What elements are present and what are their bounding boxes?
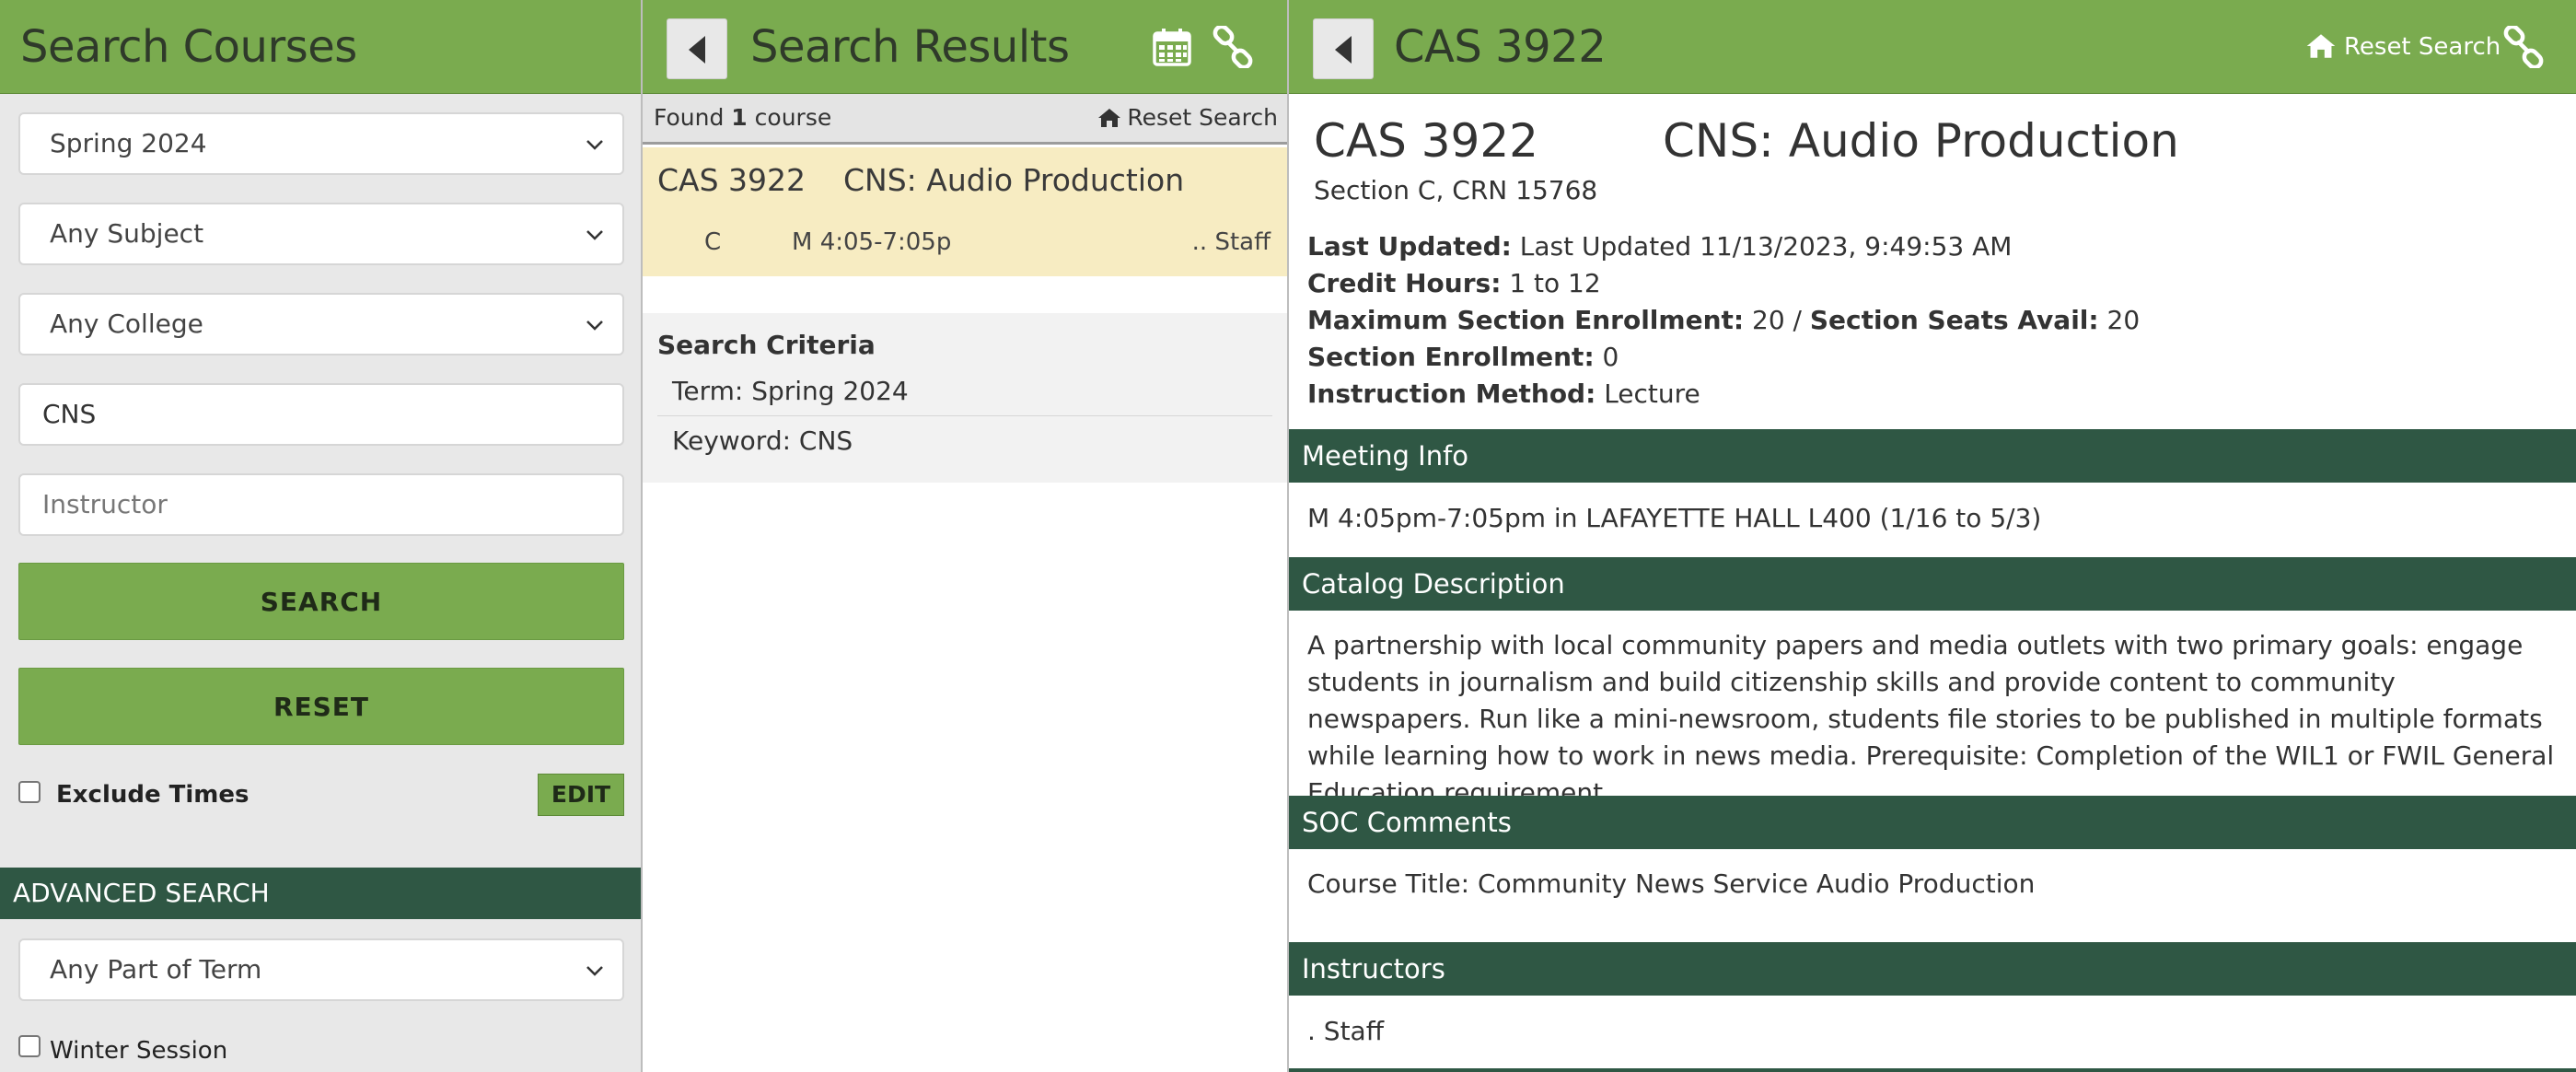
results-panel: Search Results Found 1 course Reset Sear… — [643, 0, 1289, 1072]
instructor-field[interactable] — [18, 473, 624, 536]
back-arrow-icon — [689, 36, 705, 64]
found-count: 1 — [731, 104, 748, 131]
results-reset-search-link[interactable]: Reset Search — [1097, 94, 1278, 142]
section-enrollment-value: 0 — [1602, 342, 1619, 372]
home-icon — [2306, 34, 2336, 58]
result-instructor: .. Staff — [1191, 228, 1271, 256]
results-header: Search Results — [643, 0, 1287, 94]
detail-header-title: CAS 3922 — [1394, 21, 1607, 73]
criteria-keyword: Keyword: CNS — [672, 425, 853, 456]
winter-session-label: Winter Session — [50, 1037, 228, 1065]
meeting-info-text: M 4:05pm-7:05pm in LAFAYETTE HALL L400 (… — [1307, 503, 2042, 533]
last-updated-label: Last Updated: — [1307, 231, 1512, 262]
part-of-term-select[interactable]: Any Part of Term — [18, 938, 624, 1001]
results-back-button[interactable] — [667, 18, 727, 79]
result-course-title: CNS: Audio Production — [843, 162, 1185, 198]
search-criteria: Search Criteria Term: Spring 2024 Keywor… — [643, 313, 1287, 483]
found-prefix: Found — [654, 104, 732, 131]
instruction-method-row: Instruction Method: Lecture — [1307, 379, 1700, 409]
reset-button[interactable]: RESET — [18, 668, 624, 745]
criteria-term: Term: Spring 2024 — [672, 376, 909, 406]
soc-comments-heading: SOC Comments — [1289, 796, 2576, 849]
link-icon[interactable] — [1212, 26, 1254, 68]
result-time: M 4:05-7:05p — [792, 228, 952, 256]
credit-hours-label: Credit Hours: — [1307, 268, 1502, 298]
advanced-search-header[interactable]: ADVANCED SEARCH — [0, 868, 641, 919]
keyword-input[interactable] — [42, 385, 595, 444]
max-enrollment-label: Maximum Section Enrollment: — [1307, 305, 1745, 335]
instruction-method-label: Instruction Method: — [1307, 379, 1596, 409]
instructors-heading: Instructors — [1289, 942, 2576, 996]
detail-back-button[interactable] — [1313, 18, 1374, 79]
search-header: Search Courses — [0, 0, 641, 94]
section-enrollment-row: Section Enrollment: 0 — [1307, 342, 1619, 372]
back-arrow-icon — [1335, 36, 1352, 64]
subject-select[interactable]: Any Subject — [18, 203, 624, 265]
chevron-down-icon — [586, 140, 603, 150]
criteria-term-row: Term: Spring 2024 — [657, 368, 1272, 416]
link-icon[interactable] — [2502, 26, 2545, 68]
results-title: Search Results — [750, 21, 1070, 73]
criteria-keyword-row: Keyword: CNS — [657, 418, 1272, 472]
course-detail-panel: CAS 3922 Reset Search CAS 3922 CNS: Audi… — [1289, 0, 2576, 1072]
catalog-description-text: A partnership with local community paper… — [1307, 630, 2555, 808]
college-select[interactable]: Any College — [18, 293, 624, 355]
search-button[interactable]: SEARCH — [18, 563, 624, 640]
results-count: Found 1 course — [654, 94, 831, 142]
max-enrollment-value: 20 / — [1752, 305, 1802, 335]
result-section: C — [704, 228, 722, 256]
instructor-input[interactable] — [42, 475, 595, 534]
result-course-code: CAS 3922 — [657, 162, 806, 198]
chevron-down-icon — [586, 320, 603, 331]
section-crn: Section C, CRN 15768 — [1314, 175, 1598, 205]
soc-comments-text: Course Title: Community News Service Aud… — [1307, 868, 2036, 899]
winter-session-checkbox[interactable] — [18, 1035, 41, 1057]
enrollment-row: Maximum Section Enrollment: 20 / Section… — [1307, 305, 2140, 335]
search-criteria-heading: Search Criteria — [657, 330, 876, 360]
seats-avail-value: 20 — [2106, 305, 2141, 335]
keyword-field[interactable] — [18, 383, 624, 446]
detail-header: CAS 3922 Reset Search — [1289, 0, 2576, 94]
course-code: CAS 3922 — [1314, 114, 1538, 168]
part-of-term-value: Any Part of Term — [50, 954, 262, 985]
last-updated-value: Last Updated 11/13/2023, 9:49:53 AM — [1519, 231, 2013, 262]
detail-reset-search-label: Reset Search — [2344, 33, 2501, 61]
results-count-bar: Found 1 course Reset Search — [643, 94, 1287, 145]
bottom-divider — [1289, 1068, 2576, 1072]
section-enrollment-label: Section Enrollment: — [1307, 342, 1595, 372]
subject-select-value: Any Subject — [50, 218, 204, 249]
last-updated-row: Last Updated: Last Updated 11/13/2023, 9… — [1307, 231, 2012, 262]
term-select-value: Spring 2024 — [50, 128, 207, 158]
course-title: CNS: Audio Production — [1663, 114, 2179, 168]
edit-times-button[interactable]: EDIT — [538, 774, 624, 816]
instructors-text: . Staff — [1307, 1016, 1385, 1046]
chevron-down-icon — [586, 230, 603, 240]
credit-hours-row: Credit Hours: 1 to 12 — [1307, 268, 1601, 298]
meeting-info-heading: Meeting Info — [1289, 429, 2576, 483]
college-select-value: Any College — [50, 309, 203, 339]
chevron-down-icon — [586, 966, 603, 976]
detail-reset-search-link[interactable]: Reset Search — [2305, 0, 2501, 94]
exclude-times-checkbox[interactable] — [18, 781, 41, 803]
search-title: Search Courses — [20, 21, 357, 73]
seats-avail-label: Section Seats Avail: — [1809, 305, 2099, 335]
instruction-method-value: Lecture — [1604, 379, 1700, 409]
term-select[interactable]: Spring 2024 — [18, 112, 624, 175]
credit-hours-value: 1 to 12 — [1509, 268, 1601, 298]
home-icon — [1098, 109, 1121, 127]
exclude-times-label: Exclude Times — [56, 781, 249, 809]
found-suffix: course — [747, 104, 832, 131]
reset-search-label: Reset Search — [1127, 104, 1278, 131]
result-item[interactable]: CAS 3922 CNS: Audio Production C M 4:05-… — [643, 147, 1287, 276]
catalog-description-heading: Catalog Description — [1289, 557, 2576, 611]
calendar-icon[interactable] — [1151, 26, 1193, 68]
search-panel: Search Courses Spring 2024 Any Subject A… — [0, 0, 643, 1072]
